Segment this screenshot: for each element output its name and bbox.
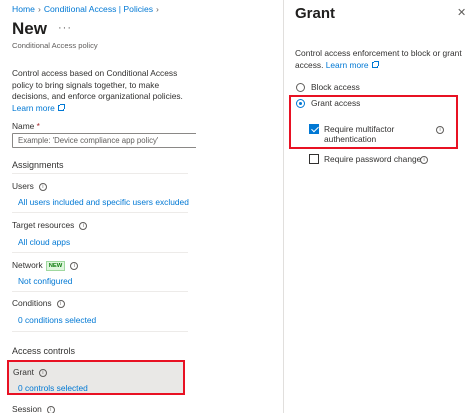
page-title: New [12,19,47,38]
name-label-text: Name [12,121,35,131]
conditions-value-link[interactable]: 0 conditions selected [18,315,96,325]
block-access-label: Block access [311,82,360,92]
grant-value-link[interactable]: 0 controls selected [18,383,88,393]
close-icon[interactable]: ✕ [457,6,466,19]
users-label-text: Users [12,181,34,191]
chevron-right-icon: › [37,4,41,14]
access-controls-heading: Access controls [12,346,76,356]
breadcrumb: Home › Conditional Access | Policies › [12,4,162,14]
chevron-right-icon: › [156,4,159,14]
description-text: Control access based on Conditional Acce… [12,68,183,102]
session-label-text: Session [12,404,42,413]
name-input[interactable]: Example: 'Device compliance app policy' [12,133,196,148]
page-subtitle: Conditional Access policy [12,41,98,50]
learn-more-link[interactable]: Learn more [12,102,65,113]
grant-row-highlighted[interactable]: Grant i 0 controls selected [7,360,185,395]
new-badge: NEW [45,261,66,271]
breadcrumb-home[interactable]: Home [12,4,35,14]
info-icon[interactable]: i [56,300,65,308]
session-label: Session i [12,404,55,413]
divider [12,331,188,332]
info-icon[interactable]: i [79,222,88,230]
grant-access-highlight [289,95,458,149]
required-mark: * [36,121,40,131]
target-resources-value-link[interactable]: All cloud apps [18,237,70,247]
info-icon[interactable]: i [38,369,47,377]
conditions-label-text: Conditions [12,298,52,308]
external-link-icon [57,103,65,111]
breadcrumb-policies[interactable]: Conditional Access | Policies [44,4,153,14]
grant-description-text: Control access enforcement to block or g… [295,48,462,70]
target-resources-label: Target resources i [12,220,88,231]
network-label: Network NEW i [12,260,79,272]
users-value-link[interactable]: All users included and specific users ex… [18,197,189,207]
name-label: Name * [12,121,40,131]
info-icon[interactable]: i [70,262,79,270]
more-options-icon[interactable]: ··· [58,22,72,34]
target-resources-label-text: Target resources [12,220,75,230]
users-label: Users i [12,181,47,192]
external-link-icon [371,60,379,68]
network-value-link[interactable]: Not configured [18,276,72,286]
page-description: Control access based on Conditional Acce… [12,68,190,114]
grant-learn-more-link[interactable]: Learn more [325,59,379,70]
network-label-text: Network [12,260,43,270]
divider [12,212,188,213]
learn-more-label: Learn more [12,102,55,113]
policy-pane: Home › Conditional Access | Policies › New … [0,0,196,413]
require-password-change-checkbox[interactable] [309,154,319,164]
grant-label: Grant i [13,367,47,378]
divider [12,252,188,253]
grant-label-text: Grant [13,367,34,377]
block-access-option[interactable]: Block access [296,82,360,93]
grant-panel-description: Control access enforcement to block or g… [295,48,465,71]
require-password-change-label: Require password change [324,154,422,164]
divider [12,291,188,292]
assignments-heading: Assignments [12,160,64,170]
info-icon[interactable]: i [38,183,47,191]
grant-learn-more-label: Learn more [325,59,369,70]
divider [12,173,188,174]
info-icon[interactable]: i [46,406,55,413]
block-access-radio[interactable] [296,83,305,93]
grant-panel-title: Grant [295,5,336,22]
grant-panel: Grant ✕ Control access enforcement to bl… [284,0,474,413]
info-icon[interactable]: i [420,156,428,164]
conditions-label: Conditions i [12,298,65,309]
